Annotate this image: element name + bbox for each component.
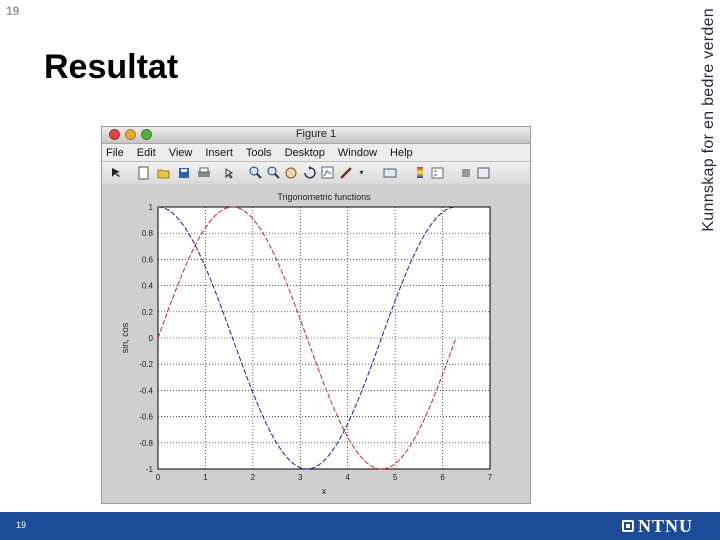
edit-plot-icon[interactable]: [222, 165, 237, 180]
menu-help[interactable]: Help: [390, 147, 413, 159]
chart-title: Trigonometric functions: [277, 192, 371, 202]
y-tick-label: -0.8: [139, 439, 153, 448]
x-tick-label: 0: [156, 473, 161, 482]
print-icon[interactable]: [196, 165, 211, 180]
pointer-arrow-icon[interactable]: [108, 165, 123, 180]
menu-view[interactable]: View: [169, 147, 193, 159]
tagline-text: Kunnskap for en bedre verden: [700, 8, 717, 232]
new-figure-icon[interactable]: [136, 165, 151, 180]
menu-window[interactable]: Window: [338, 147, 377, 159]
x-tick-labels: 0 1 2 3 4 5 6 7: [156, 473, 493, 482]
y-tick-labels: 1 0.8 0.6 0.4 0.2 0 -0.2 -0.4 -0.6 -0.8 -1: [139, 203, 153, 474]
x-tick-label: 2: [251, 473, 256, 482]
menu-desktop[interactable]: Desktop: [285, 147, 325, 159]
y-tick-label: 0.8: [142, 229, 154, 238]
rotate-3d-icon[interactable]: [302, 165, 317, 180]
hide-plot-tools-icon[interactable]: [458, 165, 473, 180]
link-plot-icon[interactable]: [382, 165, 397, 180]
y-tick-label: -0.4: [139, 386, 153, 395]
brush-icon[interactable]: [338, 165, 353, 180]
menu-file[interactable]: File: [106, 147, 124, 159]
figure-canvas: 0 1 2 3 4 5 6 7 1 0.8 0.6 0.4 0.2 0 -0.2 -0.4 -0.6 -0.8 -…: [102, 184, 530, 503]
window-titlebar[interactable]: Figure 1: [102, 127, 530, 144]
slide-number-bottom: 19: [16, 520, 27, 530]
menu-bar: File Edit View Insert Tools Desktop Wind…: [102, 144, 530, 162]
window-title: Figure 1: [295, 128, 337, 140]
y-tick-label: -0.6: [139, 413, 153, 422]
x-tick-label: 3: [298, 473, 303, 482]
x-tick-label: 1: [203, 473, 208, 482]
save-icon[interactable]: [176, 165, 191, 180]
chevron-down-icon[interactable]: ▾: [354, 165, 369, 180]
toolbar: ▾: [102, 162, 530, 185]
insert-colorbar-icon[interactable]: [412, 165, 427, 180]
logo-text: NTNU: [638, 515, 694, 536]
x-tick-label: 7: [488, 473, 493, 482]
open-file-icon[interactable]: [156, 165, 171, 180]
slide-title: Resultat: [44, 48, 179, 86]
y-tick-label: 0.4: [142, 282, 154, 291]
y-tick-label: 0.2: [142, 308, 154, 317]
y-tick-label: -1: [146, 465, 154, 474]
pan-icon[interactable]: [284, 165, 299, 180]
menu-insert[interactable]: Insert: [205, 147, 233, 159]
y-tick-label: 1: [149, 203, 154, 212]
x-tick-label: 4: [345, 473, 350, 482]
x-tick-label: 6: [440, 473, 445, 482]
figure-window: Figure 1 File Edit View Insert Tools Des…: [101, 126, 531, 504]
data-cursor-icon[interactable]: [320, 165, 335, 180]
y-tick-label: 0.6: [142, 255, 154, 264]
slide-number-top: 19: [6, 4, 20, 18]
show-plot-tools-icon[interactable]: [476, 165, 491, 180]
footer-bar: 19 NTNU: [0, 512, 720, 540]
ntnu-logo: NTNU: [622, 515, 694, 536]
x-axis-label: x: [322, 486, 327, 496]
x-tick-label: 5: [393, 473, 398, 482]
zoom-out-icon[interactable]: [266, 165, 281, 180]
zoom-in-icon[interactable]: [248, 165, 263, 180]
menu-tools[interactable]: Tools: [246, 147, 272, 159]
trig-plot: 0 1 2 3 4 5 6 7 1 0.8 0.6 0.4 0.2 0 -0.2 -0.4 -0.6 -0.8 -…: [120, 192, 493, 496]
menu-edit[interactable]: Edit: [137, 147, 156, 159]
insert-legend-icon[interactable]: [430, 165, 445, 180]
y-axis-label: sin, cos: [120, 322, 130, 353]
logo-mark-icon: [622, 520, 634, 532]
y-tick-label: -0.2: [139, 360, 153, 369]
y-tick-label: 0: [149, 334, 154, 343]
